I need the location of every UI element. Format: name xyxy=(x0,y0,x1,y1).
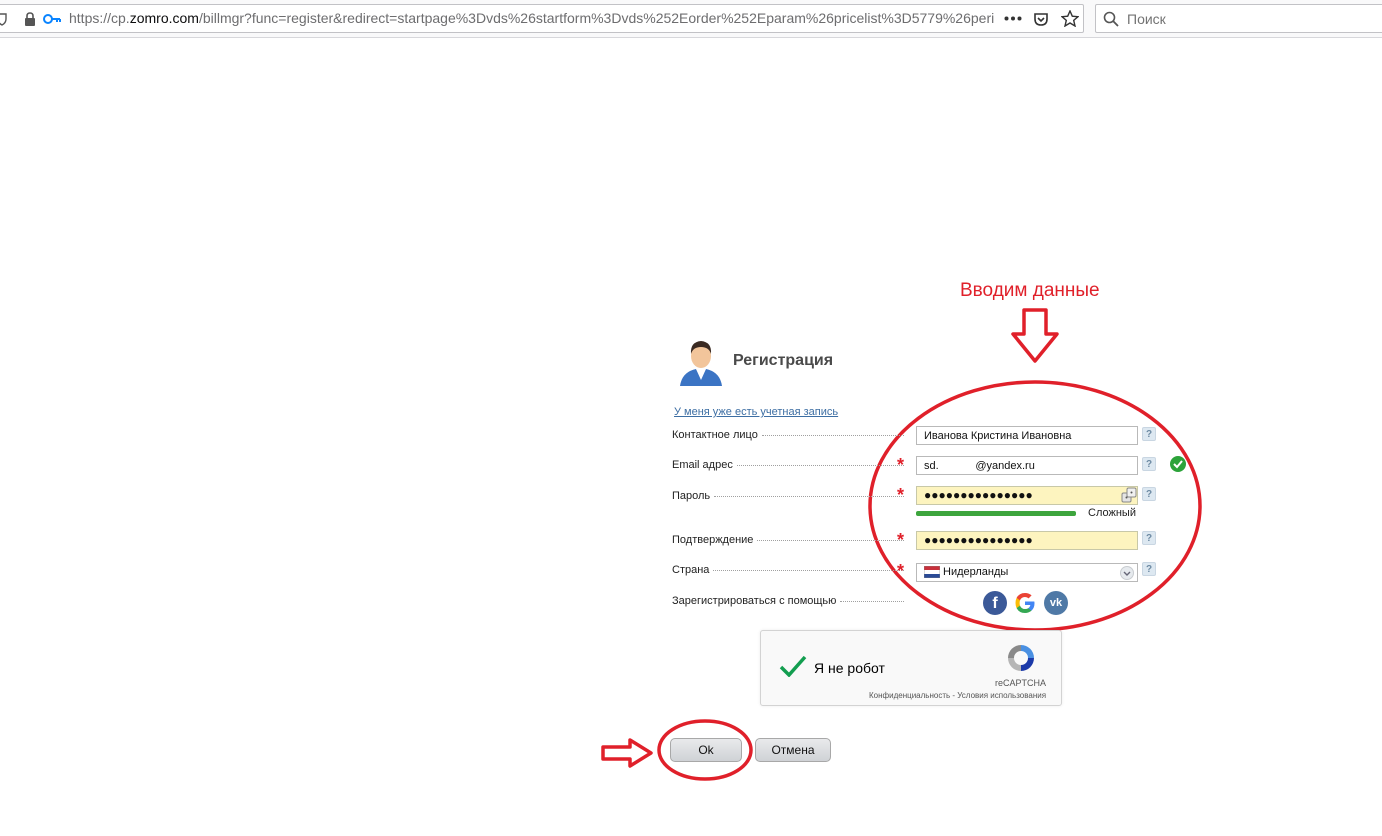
contact-field[interactable] xyxy=(916,426,1138,445)
captcha-label: Я не робот xyxy=(814,660,885,676)
cancel-button[interactable]: Отмена xyxy=(755,738,831,762)
confirm-label: Подтверждение xyxy=(672,534,904,546)
chevron-down-icon[interactable] xyxy=(1120,566,1134,580)
search-bar[interactable]: Поиск xyxy=(1095,4,1382,33)
contact-help-icon[interactable]: ? xyxy=(1142,427,1156,441)
page-title: Регистрация xyxy=(733,352,834,369)
email-field[interactable] xyxy=(916,456,1138,475)
captcha-checkmark-icon[interactable] xyxy=(779,655,807,677)
password-label: Пароль xyxy=(672,490,904,502)
right-arrow-annotation xyxy=(601,738,653,768)
lock-icon[interactable] xyxy=(24,12,36,26)
avatar xyxy=(680,341,722,386)
page-actions-icon[interactable] xyxy=(1004,16,1022,21)
email-help-icon[interactable]: ? xyxy=(1142,457,1156,471)
captcha-links[interactable]: Конфиденциальность - Условия использован… xyxy=(869,691,1046,700)
facebook-icon[interactable]: f xyxy=(983,591,1007,615)
search-icon xyxy=(1103,11,1119,27)
required-marker: * xyxy=(897,530,905,550)
social-label: Зарегистрироваться с помощью xyxy=(672,595,904,607)
down-arrow-annotation xyxy=(1011,308,1059,363)
recaptcha-widget[interactable]: Я не робот reCAPTCHA Конфиденциальность … xyxy=(760,630,1062,706)
password-field[interactable]: ●●●●●●●●●●●●●●● xyxy=(916,486,1138,505)
email-label: Email адрес xyxy=(672,459,904,471)
confirm-help-icon[interactable]: ? xyxy=(1142,531,1156,545)
search-placeholder: Поиск xyxy=(1127,11,1166,27)
required-marker: * xyxy=(897,561,905,581)
vk-icon[interactable]: vk xyxy=(1044,591,1068,615)
check-valid-icon xyxy=(1170,456,1186,472)
ok-button[interactable]: Ok xyxy=(670,738,742,762)
google-icon[interactable] xyxy=(1013,591,1037,615)
password-strength-bar xyxy=(916,511,1076,516)
country-select[interactable]: Нидерланды xyxy=(916,563,1138,582)
required-marker: * xyxy=(897,485,905,505)
captcha-brand: reCAPTCHA xyxy=(995,678,1047,688)
confirm-password-field[interactable]: ●●●●●●●●●●●●●●● xyxy=(916,531,1138,550)
recaptcha-logo-icon xyxy=(1008,645,1034,671)
pocket-icon[interactable] xyxy=(1033,11,1049,27)
password-strength-label: Сложный xyxy=(1088,507,1136,519)
url-text[interactable]: https://cp.zomro.com/billmgr?func=regist… xyxy=(69,10,994,28)
password-help-icon[interactable]: ? xyxy=(1142,487,1156,501)
annotation-title: Вводим данные xyxy=(960,280,1100,301)
browser-toolbar: https://cp.zomro.com/billmgr?func=regist… xyxy=(0,0,1382,38)
netherlands-flag-icon xyxy=(924,566,940,578)
country-label: Страна xyxy=(672,564,904,576)
required-marker: * xyxy=(897,455,905,475)
bookmark-star-icon[interactable] xyxy=(1061,10,1079,27)
contact-label: Контактное лицо xyxy=(672,429,904,441)
country-help-icon[interactable]: ? xyxy=(1142,562,1156,576)
shield-icon[interactable] xyxy=(0,12,7,26)
have-account-link[interactable]: У меня уже есть учетная запись xyxy=(674,406,838,418)
address-bar[interactable]: https://cp.zomro.com/billmgr?func=regist… xyxy=(0,4,1084,33)
generate-password-icon[interactable] xyxy=(1121,487,1137,503)
key-icon[interactable] xyxy=(43,13,61,25)
